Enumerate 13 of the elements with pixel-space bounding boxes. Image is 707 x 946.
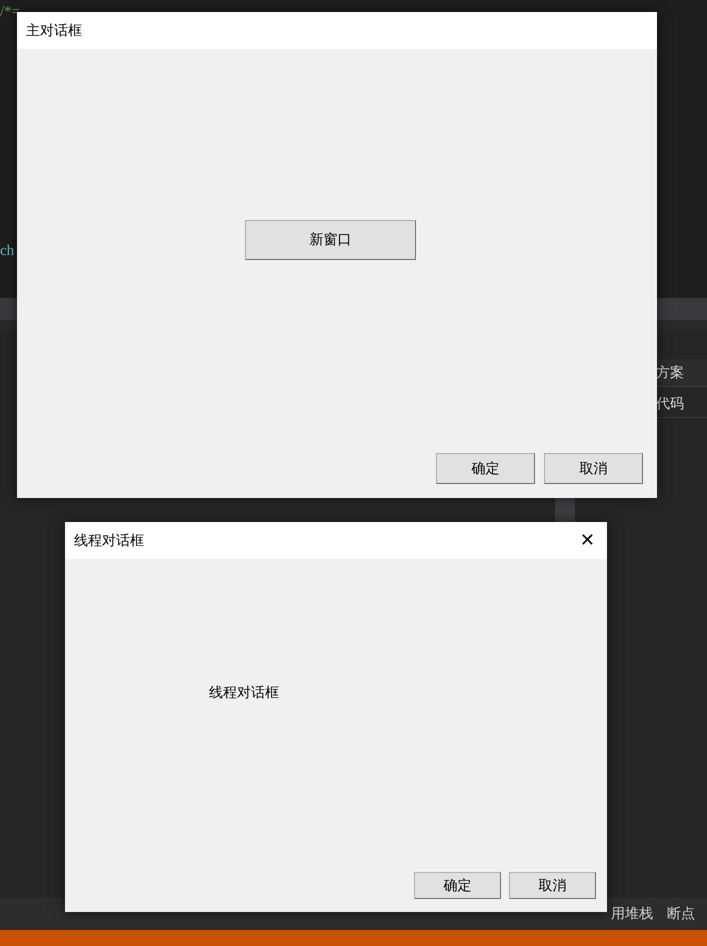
panel-tab[interactable]: 断点	[667, 905, 695, 923]
window-title: 线程对话框	[74, 532, 144, 550]
cancel-button[interactable]: 取消	[544, 453, 643, 484]
new-window-button[interactable]: 新窗口	[245, 220, 416, 260]
ok-button[interactable]: 确定	[414, 872, 501, 899]
close-button[interactable]: ✕	[580, 530, 595, 550]
scrollbar-thumb[interactable]	[555, 498, 575, 522]
dialog-label: 线程对话框	[209, 684, 279, 702]
window-title: 主对话框	[26, 22, 82, 40]
panel-tab[interactable]: 用堆栈	[611, 905, 653, 923]
ok-button[interactable]: 确定	[436, 453, 535, 484]
code-text: ch	[0, 243, 14, 260]
cancel-button[interactable]: 取消	[509, 872, 596, 899]
